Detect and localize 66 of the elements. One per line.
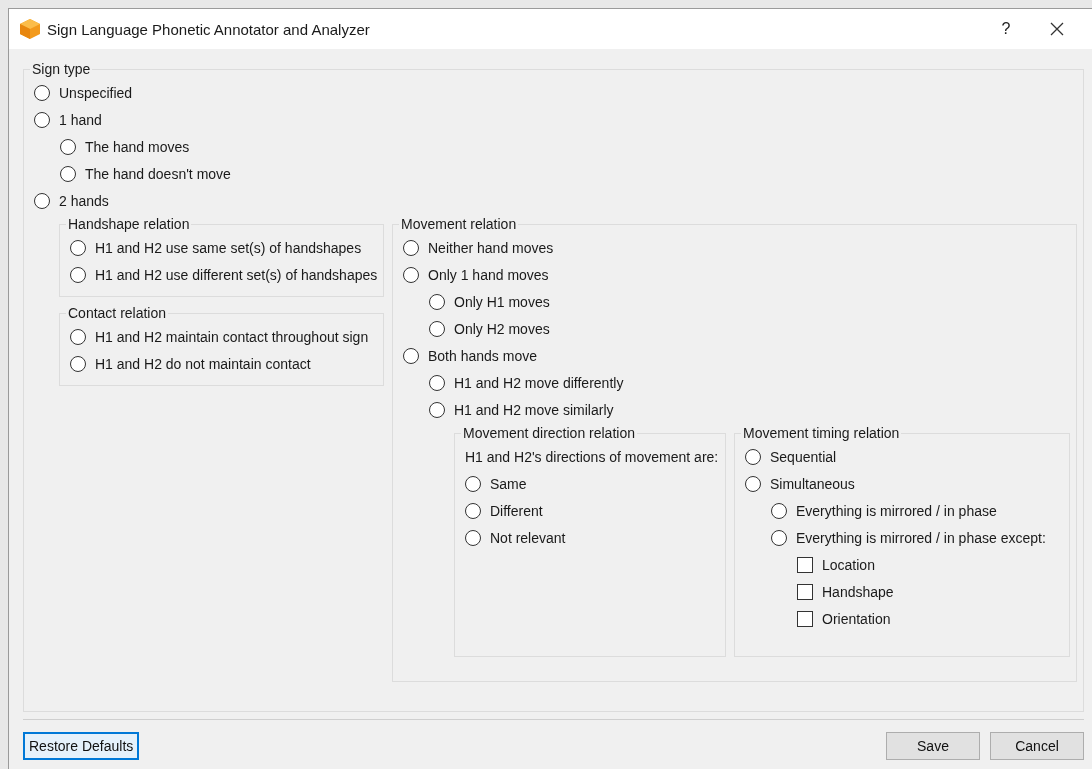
option-label: H1 and H2 move similarly (454, 401, 614, 418)
group-title: Contact relation (67, 305, 168, 321)
group-title: Movement relation (400, 216, 518, 232)
option-label: Different (490, 502, 543, 519)
radio-button[interactable] (771, 529, 787, 546)
option-label: Both hands move (428, 347, 537, 364)
option-label: Same (490, 475, 527, 492)
option-label: The hand doesn't move (85, 165, 231, 182)
radio-button[interactable] (403, 239, 419, 256)
option-label: H1 and H2 use different set(s) of handshapes (95, 266, 378, 283)
option-label: Only H1 moves (454, 293, 550, 310)
radio-button[interactable] (403, 266, 419, 283)
checkbox[interactable] (797, 556, 813, 573)
radio-button[interactable] (745, 475, 761, 492)
help-button[interactable]: ? (986, 13, 1026, 45)
option-label: Simultaneous (770, 475, 855, 492)
cube-icon (19, 18, 41, 40)
group-title: Movement timing relation (742, 425, 901, 441)
option-label: 2 hands (59, 192, 109, 209)
option-label: Unspecified (59, 84, 133, 101)
radio-button[interactable] (429, 374, 445, 391)
option-label: Only H2 moves (454, 320, 550, 337)
option-label: H1 and H2 use same set(s) of handshapes (95, 239, 362, 256)
option-label: Everything is mirrored / in phase (796, 502, 997, 519)
dialog-button[interactable]: Restore Defaults (23, 732, 140, 760)
radio-button[interactable] (429, 401, 445, 418)
option-label: Not relevant (490, 529, 566, 546)
radio-button[interactable] (70, 355, 86, 372)
radio-button[interactable] (34, 192, 50, 209)
radio-button[interactable] (60, 138, 76, 155)
prompt-text: H1 and H2's directions of movement are: (465, 448, 719, 465)
radio-button[interactable] (465, 475, 481, 492)
radio-button[interactable] (34, 84, 50, 101)
group-title: Handshape relation (67, 216, 191, 232)
radio-button[interactable] (34, 111, 50, 128)
option-label: Orientation (822, 610, 891, 627)
option-label: Location (822, 556, 875, 573)
option-label: H1 and H2 move differently (454, 374, 624, 391)
radio-button[interactable] (429, 320, 445, 337)
dialog-button[interactable]: Cancel (990, 732, 1084, 760)
radio-button[interactable] (465, 529, 481, 546)
radio-button[interactable] (745, 448, 761, 465)
option-label: H1 and H2 do not maintain contact (95, 355, 311, 372)
option-label: H1 and H2 maintain contact throughout sign (95, 328, 369, 345)
option-label: Sequential (770, 448, 837, 465)
radio-button[interactable] (403, 347, 419, 364)
radio-button[interactable] (70, 239, 86, 256)
checkbox[interactable] (797, 583, 813, 600)
option-label: Neither hand moves (428, 239, 554, 256)
group-title: Sign type (31, 61, 92, 77)
radio-button[interactable] (60, 165, 76, 182)
option-label: Only 1 hand moves (428, 266, 549, 283)
radio-button[interactable] (70, 328, 86, 345)
group-title: Movement direction relation (462, 425, 636, 441)
radio-button[interactable] (771, 502, 787, 519)
option-label: Handshape (822, 583, 894, 600)
radio-button[interactable] (429, 293, 445, 310)
window-title: Sign Language Phonetic Annotator and Analyzer (47, 20, 371, 38)
option-label: Everything is mirrored / in phase except: (796, 529, 1046, 546)
option-label: The hand moves (85, 138, 190, 155)
radio-button[interactable] (70, 266, 86, 283)
close-icon (1050, 22, 1064, 36)
checkbox[interactable] (797, 610, 813, 627)
dialog-button[interactable]: Save (886, 732, 980, 760)
radio-button[interactable] (465, 502, 481, 519)
option-label: 1 hand (59, 111, 102, 128)
